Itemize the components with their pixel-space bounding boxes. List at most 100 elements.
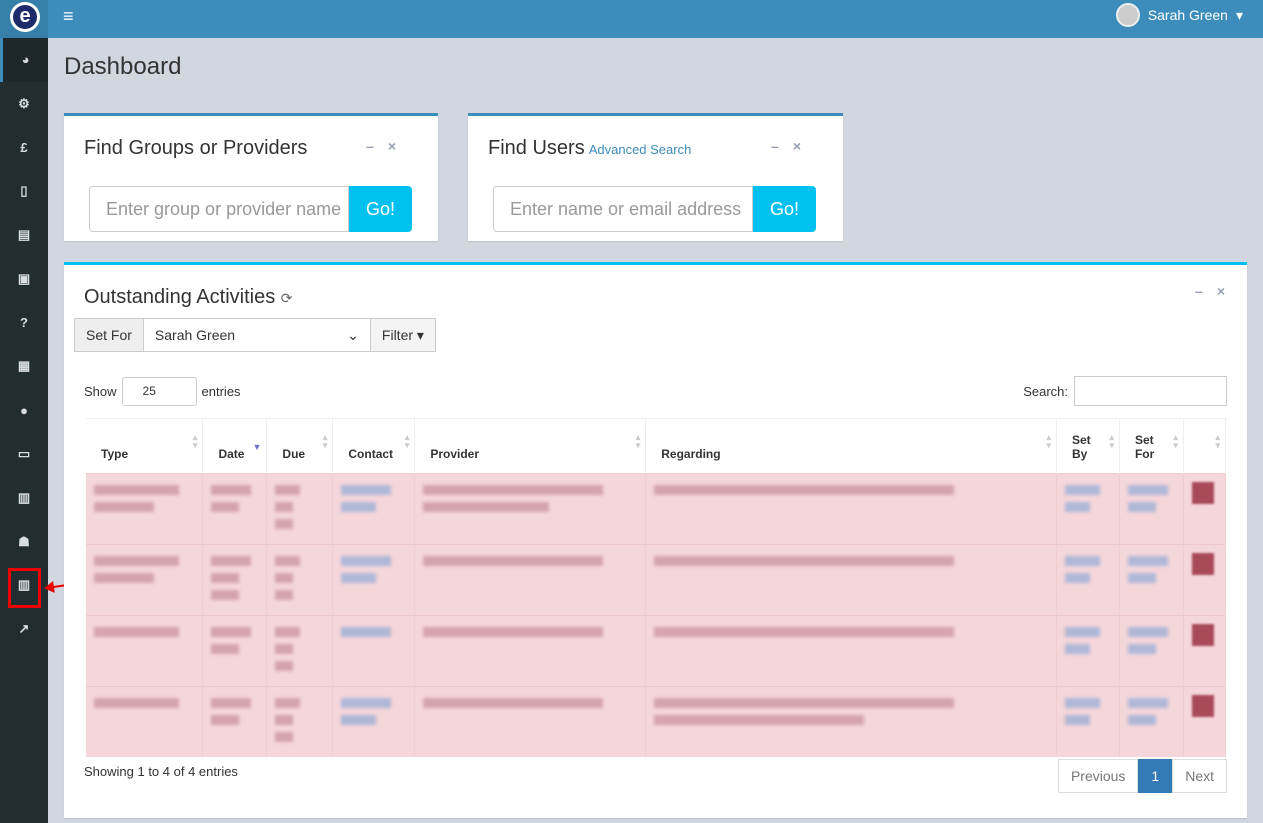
action-cell[interactable]	[1183, 686, 1227, 757]
building-icon[interactable]: ▥	[0, 476, 48, 520]
table-row[interactable]	[86, 615, 1227, 687]
pound-icon[interactable]: £	[0, 126, 48, 170]
redacted-text	[1065, 715, 1090, 725]
col-type[interactable]: Type	[86, 418, 204, 474]
box-tools[interactable]: –×	[1195, 283, 1239, 299]
page-title: Dashboard	[64, 53, 182, 80]
file-icon[interactable]: ▯	[0, 169, 48, 213]
redacted-text	[654, 556, 955, 566]
redacted-cell	[202, 473, 268, 545]
table-row[interactable]	[86, 686, 1227, 757]
hamburger-menu-icon[interactable]: ≡	[63, 6, 74, 27]
minimize-icon[interactable]: –	[771, 138, 793, 154]
money-icon[interactable]: ▭	[0, 432, 48, 476]
user-menu[interactable]: Sarah Green ▾	[1115, 3, 1243, 27]
external-link-icon[interactable]: ↗	[0, 607, 48, 651]
minimize-icon[interactable]: –	[1195, 283, 1217, 299]
redacted-text	[1065, 573, 1090, 583]
redacted-cell	[1056, 686, 1120, 757]
col-date[interactable]: Date	[202, 418, 268, 474]
list-icon[interactable]: ▤	[0, 213, 48, 257]
redacted-text	[1065, 644, 1090, 654]
redacted-cell	[332, 473, 416, 545]
action-cell[interactable]	[1183, 544, 1227, 616]
col-set-for[interactable]: Set For	[1119, 418, 1184, 474]
sidebar: ◕ ⚙ £ ▯ ▤ ▣ ? ▦ ● ▭ ▥ ☗ ▥ ↗	[0, 38, 48, 823]
table-row[interactable]	[86, 544, 1227, 616]
redacted-text	[211, 715, 240, 725]
go-button[interactable]: Go!	[349, 186, 412, 232]
user-icon[interactable]: ☗	[0, 520, 48, 564]
redacted-text	[94, 698, 179, 708]
advanced-search-link[interactable]: Advanced Search	[589, 142, 692, 157]
calendar-icon[interactable]: ▦	[0, 345, 48, 389]
table-search: Search:	[1023, 376, 1227, 406]
redacted-text	[94, 573, 154, 583]
redacted-text	[1127, 698, 1168, 708]
user-search-input[interactable]: Enter name or email address	[493, 186, 753, 232]
dashboard-icon[interactable]: ◕	[0, 38, 48, 82]
minimize-icon[interactable]: –	[366, 138, 388, 154]
group-search-input[interactable]: Enter group or provider name	[89, 186, 349, 232]
top-navbar: e ≡ Sarah Green ▾	[0, 0, 1263, 38]
redacted-cell	[86, 615, 204, 687]
close-icon[interactable]: ×	[793, 138, 815, 154]
col-actions[interactable]	[1183, 418, 1227, 474]
filter-button[interactable]: Filter ▾	[369, 319, 435, 351]
map-marker-icon[interactable]: ●	[0, 388, 48, 432]
col-set-by[interactable]: Set By	[1056, 418, 1120, 474]
previous-button[interactable]: Previous	[1057, 759, 1139, 793]
set-for-label: Set For	[75, 319, 144, 351]
next-button[interactable]: Next	[1172, 759, 1227, 793]
redacted-text	[1065, 627, 1100, 637]
activity-icon[interactable]	[1191, 624, 1214, 646]
close-icon[interactable]: ×	[388, 138, 410, 154]
redacted-cell	[1119, 615, 1184, 687]
redacted-text	[275, 732, 293, 742]
activity-icon[interactable]	[1191, 482, 1214, 504]
redacted-text	[211, 698, 252, 708]
redacted-text	[211, 502, 240, 512]
refresh-icon[interactable]: ⟳	[281, 290, 293, 306]
redacted-text	[654, 715, 865, 725]
redacted-text	[341, 556, 392, 566]
search-label: Search:	[1023, 383, 1068, 399]
entries-select[interactable]: 25	[121, 377, 197, 406]
redacted-cell	[645, 615, 1057, 687]
caret-down-icon: ▾	[1235, 6, 1243, 23]
page-1-button[interactable]: 1	[1138, 759, 1173, 793]
action-cell[interactable]	[1183, 615, 1227, 687]
redacted-text	[1127, 556, 1168, 566]
redacted-text	[1127, 485, 1168, 495]
redacted-text	[211, 644, 240, 654]
activity-icon[interactable]	[1191, 695, 1214, 717]
redacted-cell	[1119, 544, 1184, 616]
redacted-cell	[414, 473, 647, 545]
activities-table: Type Date Due Contact Provider Regarding…	[86, 418, 1227, 757]
activity-icon[interactable]	[1191, 553, 1214, 575]
redacted-text	[275, 661, 293, 671]
col-regarding[interactable]: Regarding	[645, 418, 1057, 474]
set-for-select[interactable]: Sarah Green ⌄	[144, 319, 370, 351]
col-due[interactable]: Due	[266, 418, 334, 474]
redacted-text	[423, 485, 604, 495]
redacted-text	[275, 573, 293, 583]
redacted-text	[1065, 556, 1100, 566]
logo[interactable]: e	[0, 0, 48, 38]
object-group-icon[interactable]: ▣	[0, 257, 48, 301]
action-cell[interactable]	[1183, 473, 1227, 545]
set-for-group: Set For Sarah Green ⌄ Filter ▾	[74, 318, 436, 352]
box-tools[interactable]: –×	[771, 138, 815, 154]
table-row[interactable]	[86, 473, 1227, 545]
close-icon[interactable]: ×	[1217, 283, 1239, 299]
go-button[interactable]: Go!	[753, 186, 816, 232]
box-tools[interactable]: –×	[366, 138, 410, 154]
question-icon[interactable]: ?	[0, 301, 48, 345]
search-input[interactable]	[1074, 376, 1227, 406]
redacted-text	[1127, 627, 1168, 637]
col-contact[interactable]: Contact	[332, 418, 416, 474]
redacted-text	[341, 485, 392, 495]
col-provider[interactable]: Provider	[414, 418, 647, 474]
entries-label: entries	[201, 384, 241, 399]
cogs-icon[interactable]: ⚙	[0, 82, 48, 126]
